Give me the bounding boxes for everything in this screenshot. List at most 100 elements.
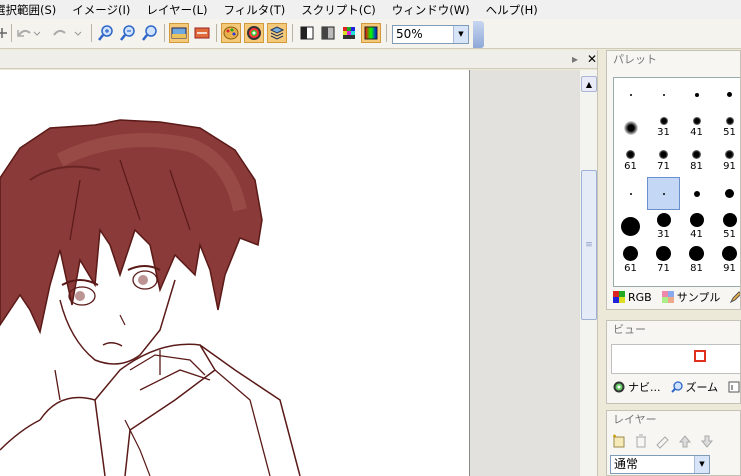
move-layer-down-icon[interactable] bbox=[699, 433, 715, 449]
brush-preset[interactable] bbox=[647, 177, 680, 210]
toolbar-separator bbox=[216, 24, 217, 42]
palette-toggle-icon[interactable] bbox=[221, 23, 241, 43]
chevron-down-icon[interactable]: ▼ bbox=[453, 26, 468, 43]
toolbar-end-grip[interactable] bbox=[473, 21, 484, 48]
brush-preset[interactable] bbox=[680, 78, 713, 111]
brush-size-dot bbox=[722, 213, 737, 227]
brush-size-label: 91 bbox=[723, 160, 736, 172]
layers-toggle-icon[interactable] bbox=[267, 23, 287, 43]
brush-preset[interactable] bbox=[614, 111, 647, 144]
navigator-preview[interactable] bbox=[611, 344, 740, 374]
close-icon[interactable]: ✕ bbox=[587, 52, 597, 66]
fill-screen-icon[interactable] bbox=[192, 23, 212, 43]
tab-zoom[interactable]: ズーム bbox=[670, 379, 719, 395]
menu-script[interactable]: スクリプト(C) bbox=[293, 1, 384, 19]
brush-size-label: 61 bbox=[624, 160, 637, 172]
brush-size-label: 31 bbox=[657, 127, 670, 138]
zoom-select[interactable]: 50% ▼ bbox=[392, 25, 469, 44]
brush-preset[interactable]: 61 bbox=[614, 144, 647, 177]
toolbar-separator bbox=[164, 24, 165, 42]
brush-preset[interactable]: 71 bbox=[647, 243, 680, 276]
brush-preset[interactable] bbox=[647, 78, 680, 111]
brush-grid: 31 41 51 61 71 81 91 31 41 51 61 71 81 91 bbox=[613, 77, 740, 287]
brush-preset[interactable] bbox=[713, 177, 740, 210]
menu-select[interactable]: 選択範囲(S) bbox=[0, 1, 64, 19]
tab-sample[interactable]: サンプル bbox=[661, 289, 721, 305]
brush-size-dot bbox=[656, 245, 671, 261]
blend-mode-select[interactable]: 通常 ▼ bbox=[610, 455, 710, 474]
palette-tabs: RGB サンプル bbox=[613, 287, 740, 307]
brush-size-dot bbox=[626, 149, 635, 159]
brush-preset[interactable]: 31 bbox=[647, 111, 680, 144]
document-header: ▸ ✕ bbox=[0, 50, 601, 69]
artwork bbox=[0, 119, 301, 476]
tab-rgb-label: RGB bbox=[628, 290, 652, 304]
brush-preset[interactable]: 51 bbox=[713, 210, 740, 243]
undo-icon[interactable] bbox=[15, 23, 41, 43]
brush-size-dot bbox=[693, 190, 700, 197]
grayscale-icon[interactable] bbox=[297, 23, 317, 43]
view-mode-icon[interactable] bbox=[169, 23, 189, 43]
app-window: 選択範囲(S) イメージ(I) レイヤー(L) フィルタ(T) スクリプト(C)… bbox=[0, 0, 741, 476]
color-wheel-icon[interactable] bbox=[244, 23, 264, 43]
brush-preset[interactable] bbox=[713, 78, 740, 111]
menu-help[interactable]: ヘルプ(H) bbox=[478, 1, 546, 19]
brush-size-label: 61 bbox=[624, 262, 637, 274]
redo-icon[interactable] bbox=[50, 23, 84, 43]
tab-rgb[interactable]: RGB bbox=[613, 291, 652, 304]
full-color-icon[interactable] bbox=[361, 23, 381, 43]
brush-preset[interactable]: 51 bbox=[713, 111, 740, 144]
brush-preset[interactable]: 81 bbox=[680, 243, 713, 276]
pencil-icon bbox=[730, 291, 740, 303]
blend-mode-value: 通常 bbox=[614, 457, 639, 471]
view-marker[interactable] bbox=[694, 350, 706, 362]
brush-size-dot bbox=[692, 117, 701, 125]
brush-size-dot bbox=[725, 117, 734, 125]
toolbar-separator bbox=[91, 24, 92, 42]
brush-preset[interactable] bbox=[680, 177, 713, 210]
brush-size-dot bbox=[629, 93, 632, 96]
brush-size-dot bbox=[662, 192, 665, 195]
monochrome-icon[interactable] bbox=[318, 23, 338, 43]
brush-preset[interactable]: 31 bbox=[647, 210, 680, 243]
move-layer-up-icon[interactable] bbox=[677, 433, 693, 449]
tab-navigator[interactable]: ナビ... bbox=[613, 379, 661, 395]
navigator-icon bbox=[613, 381, 625, 393]
brush-preset[interactable]: 41 bbox=[680, 111, 713, 144]
menu-bar: 選択範囲(S) イメージ(I) レイヤー(L) フィルタ(T) スクリプト(C)… bbox=[0, 0, 741, 19]
brush-preset[interactable]: 61 bbox=[614, 243, 647, 276]
new-layer-icon[interactable] bbox=[611, 433, 627, 449]
tab-more[interactable] bbox=[730, 291, 740, 303]
brush-preset[interactable] bbox=[614, 78, 647, 111]
scroll-thumb[interactable]: ≡ bbox=[581, 170, 597, 320]
pin-icon[interactable]: ▸ bbox=[572, 52, 578, 66]
brush-preset[interactable]: 81 bbox=[680, 144, 713, 177]
layer-properties-icon[interactable] bbox=[655, 433, 671, 449]
tab-zoom-label: ズーム bbox=[685, 381, 719, 394]
menu-filter[interactable]: フィルタ(T) bbox=[215, 1, 293, 19]
brush-preset[interactable]: 71 bbox=[647, 144, 680, 177]
color-grid-icon[interactable] bbox=[339, 23, 359, 43]
zoom-out-icon[interactable] bbox=[118, 23, 138, 43]
toolbar-separator bbox=[292, 24, 293, 42]
zoom-in-icon[interactable] bbox=[96, 23, 116, 43]
menu-window[interactable]: ウィンドウ(W) bbox=[384, 1, 478, 19]
drawing-canvas[interactable] bbox=[0, 70, 470, 476]
panel-splitter[interactable] bbox=[597, 50, 605, 476]
menu-layer[interactable]: レイヤー(L) bbox=[138, 1, 215, 19]
vertical-scrollbar[interactable]: ▲ ≡ bbox=[579, 70, 597, 476]
brush-preset[interactable]: 91 bbox=[713, 144, 740, 177]
tab-sample-label: サンプル bbox=[676, 291, 721, 304]
menu-image[interactable]: イメージ(I) bbox=[64, 1, 138, 19]
brush-preset[interactable] bbox=[614, 210, 647, 243]
tab-info[interactable] bbox=[728, 381, 740, 393]
brush-preset[interactable] bbox=[614, 177, 647, 210]
brush-preset[interactable]: 41 bbox=[680, 210, 713, 243]
delete-layer-icon[interactable] bbox=[633, 433, 649, 449]
chevron-down-icon[interactable]: ▼ bbox=[694, 456, 709, 473]
scroll-up-button[interactable]: ▲ bbox=[581, 76, 597, 92]
brush-size-label: 71 bbox=[657, 160, 670, 172]
brush-preset[interactable]: 91 bbox=[713, 243, 740, 276]
layers-title: レイヤー bbox=[613, 413, 657, 426]
zoom-actual-icon[interactable] bbox=[140, 23, 160, 43]
